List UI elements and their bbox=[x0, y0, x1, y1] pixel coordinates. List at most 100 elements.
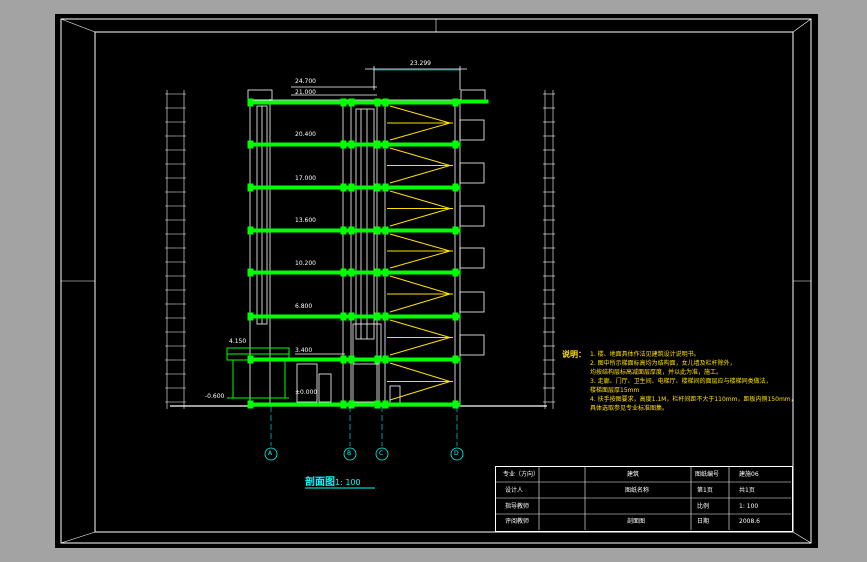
note-line: 均按结构层标高减面层厚度，并以此为准，施工。 bbox=[590, 369, 723, 376]
tb-date-label: 日期 bbox=[697, 518, 710, 525]
column-node bbox=[374, 268, 381, 277]
column-node bbox=[348, 140, 355, 149]
column-node bbox=[340, 268, 347, 277]
column-node bbox=[348, 226, 355, 235]
column-node bbox=[374, 226, 381, 235]
column-node bbox=[340, 312, 347, 321]
balcony-rail bbox=[459, 334, 485, 356]
drawing-sheet: 24.700 21.000 20.400 17.000 13.600 10.20… bbox=[55, 14, 818, 548]
column-node bbox=[382, 312, 389, 321]
tb-scale-value: 1: 100 bbox=[739, 503, 759, 510]
tb-major-label: 专业（方向） bbox=[503, 471, 540, 478]
column-node bbox=[382, 183, 389, 192]
balcony-rail bbox=[459, 247, 485, 269]
column-node bbox=[382, 226, 389, 235]
elev-floor-4: 13.600 bbox=[295, 217, 316, 224]
column-node bbox=[452, 98, 459, 107]
inner-frame bbox=[94, 31, 794, 533]
balcony-rail bbox=[459, 119, 485, 141]
axis-label-c: C bbox=[379, 450, 384, 457]
column-node bbox=[382, 140, 389, 149]
stair-flight bbox=[389, 275, 451, 295]
elev-canopy: 4.150 bbox=[229, 338, 247, 345]
column-node bbox=[340, 226, 347, 235]
column-node bbox=[247, 312, 254, 321]
building-outline bbox=[247, 66, 487, 406]
axis-label-a: A bbox=[268, 450, 273, 457]
column-node bbox=[348, 98, 355, 107]
axis-label-d: D bbox=[454, 450, 459, 457]
column-node bbox=[340, 400, 347, 409]
elev-roof: 21.000 bbox=[295, 89, 316, 96]
column-node bbox=[247, 226, 254, 235]
column-node bbox=[374, 312, 381, 321]
column-node bbox=[348, 312, 355, 321]
axis-label-b: B bbox=[347, 450, 352, 457]
column-node bbox=[452, 312, 459, 321]
column-node bbox=[452, 226, 459, 235]
stair-flight bbox=[389, 362, 451, 382]
tb-designer-label: 设计人 bbox=[505, 487, 524, 494]
section-title-scale: 1: 100 bbox=[335, 478, 361, 487]
column-node bbox=[340, 98, 347, 107]
axis-grid bbox=[270, 406, 458, 446]
left-dimension-column bbox=[165, 90, 186, 409]
note-line: 4. 扶手按图要求，高度1.1M，栏杆间距不大于110mm，距板内侧150mm， bbox=[590, 396, 797, 403]
outer-frame bbox=[60, 18, 812, 544]
axis-bubbles bbox=[264, 447, 464, 461]
staircase bbox=[387, 105, 453, 401]
column-node bbox=[340, 355, 347, 364]
elev-top: 24.700 bbox=[295, 78, 316, 85]
stair-flight bbox=[389, 105, 451, 124]
stair-flight bbox=[389, 319, 451, 338]
column-node bbox=[247, 140, 254, 149]
stair-flight bbox=[389, 190, 451, 209]
structural-slabs bbox=[247, 98, 489, 409]
floor-slab bbox=[249, 314, 461, 319]
note-line: 楼梯面层厚15mm bbox=[590, 387, 640, 394]
tb-advisor-label: 指导教师 bbox=[505, 503, 530, 510]
elev-floor-3: 10.200 bbox=[295, 260, 316, 267]
stair-flight bbox=[389, 337, 451, 356]
column-node bbox=[348, 183, 355, 192]
floor-slab bbox=[249, 142, 461, 147]
column-node bbox=[348, 268, 355, 277]
column-node bbox=[452, 183, 459, 192]
elev-outdoor: -0.600 bbox=[205, 393, 225, 400]
column-node bbox=[340, 140, 347, 149]
note-line: 具体选取参见专业标准图集。 bbox=[590, 405, 669, 412]
elev-ground: ±0.000 bbox=[295, 389, 318, 396]
stair-flight bbox=[389, 122, 451, 141]
tb-drawing-name: 剖面图 bbox=[627, 518, 646, 525]
stair-flight bbox=[389, 233, 451, 252]
elev-floor-5: 17.000 bbox=[295, 175, 316, 182]
tb-date-value: 2008.6 bbox=[739, 518, 760, 525]
note-line: 2. 图中所示梯面标高均为结构面，女儿墙及栏杆除外， bbox=[590, 360, 736, 367]
column-node bbox=[452, 355, 459, 364]
column-node bbox=[374, 183, 381, 192]
tb-total-pages: 共1页 bbox=[739, 487, 755, 494]
column-node bbox=[382, 400, 389, 409]
column-node bbox=[374, 98, 381, 107]
stair-flight bbox=[389, 147, 451, 166]
column-node bbox=[452, 140, 459, 149]
column-node bbox=[247, 98, 254, 107]
balcony-rail bbox=[459, 162, 485, 184]
tb-page: 第1页 bbox=[697, 487, 713, 494]
floor-slab bbox=[249, 270, 461, 275]
floor-slab bbox=[249, 402, 461, 407]
column-node bbox=[382, 98, 389, 107]
entrance-canopy bbox=[226, 347, 290, 399]
tb-scale-label: 比例 bbox=[697, 503, 710, 510]
column-node bbox=[382, 355, 389, 364]
tb-drawing-name-label: 图纸名称 bbox=[625, 487, 650, 494]
stair-flight bbox=[389, 165, 451, 184]
balcony-rail bbox=[459, 205, 485, 227]
column-node bbox=[247, 268, 254, 277]
note-line: 3. 走廊、门厅、卫生间、电梯厅、楼梯间的面层应与楼梯同类做法， bbox=[590, 378, 772, 385]
section-title-text: 剖面图 bbox=[305, 477, 335, 488]
stair-flight bbox=[389, 293, 451, 313]
floor-slab bbox=[249, 100, 461, 105]
tb-reviewer-label: 评阅教师 bbox=[505, 518, 530, 525]
elev-floor-6: 20.400 bbox=[295, 131, 316, 138]
